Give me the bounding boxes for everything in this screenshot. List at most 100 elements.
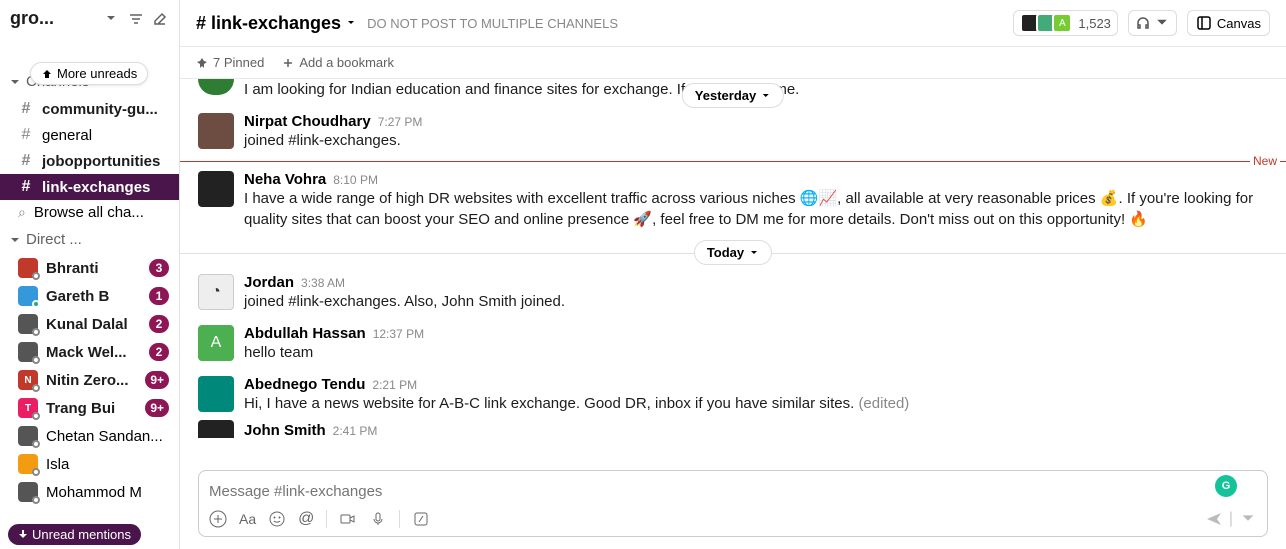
message-text: joined #link-exchanges. — [244, 130, 1268, 152]
sender-name[interactable]: Neha Vohra — [244, 171, 326, 188]
sender-name[interactable]: Jordan — [244, 274, 294, 291]
avatar: N — [18, 370, 38, 390]
message-text: I have a wide range of high DR websites … — [244, 188, 1268, 232]
avatar[interactable] — [198, 113, 234, 149]
timestamp[interactable]: 2:21 PM — [372, 378, 417, 392]
channel-item[interactable]: # link-exchanges — [0, 174, 179, 200]
member-avatars: A — [1020, 13, 1072, 33]
timestamp[interactable]: 12:37 PM — [373, 327, 424, 341]
message-item[interactable]: Nirpat Choudhary 7:27 PM joined #link-exc… — [180, 107, 1286, 158]
dm-item[interactable]: Mohammod M — [0, 478, 179, 506]
dm-item[interactable]: NNitin Zero...9+ — [0, 366, 179, 394]
pinned-text: 7 Pinned — [213, 55, 264, 70]
message-text: hello team — [244, 342, 1268, 364]
dm-item[interactable]: TTrang Bui9+ — [0, 394, 179, 422]
avatar[interactable] — [198, 420, 234, 438]
pinned-button[interactable]: 7 Pinned — [196, 55, 264, 70]
mention-icon[interactable]: @ — [298, 510, 314, 528]
composer-toolbar: Aa @ | — [209, 510, 1257, 528]
message-text: joined #link-exchanges. Also, John Smith… — [244, 291, 1268, 313]
plus-icon[interactable] — [209, 510, 227, 528]
more-unreads-text: More unreads — [57, 66, 137, 81]
sender-name[interactable]: Abdullah Hassan — [244, 325, 366, 342]
sender-name[interactable]: John Smith — [244, 422, 326, 438]
dm-section-header[interactable]: Direct ... — [0, 225, 179, 254]
message-composer[interactable]: G Aa @ | — [198, 470, 1268, 537]
unread-mentions-pill[interactable]: Unread mentions — [8, 524, 141, 545]
channel-topic[interactable]: DO NOT POST TO MULTIPLE CHANNELS — [367, 16, 618, 31]
channel-name: # link-exchanges — [196, 13, 341, 34]
avatar[interactable] — [198, 376, 234, 412]
mic-icon[interactable] — [369, 510, 387, 528]
avatar — [18, 342, 38, 362]
format-icon[interactable]: Aa — [239, 511, 256, 527]
compose-icon[interactable] — [151, 10, 169, 28]
dm-item[interactable]: Mack Wel...2 — [0, 338, 179, 366]
emoji-icon[interactable] — [268, 510, 286, 528]
sender-name[interactable]: Nirpat Choudhary — [244, 113, 371, 130]
channel-item[interactable]: # general — [0, 122, 179, 148]
add-bookmark-button[interactable]: Add a bookmark — [282, 55, 394, 70]
workspace-switcher[interactable]: gro... — [0, 0, 179, 37]
timestamp[interactable]: 2:41 PM — [333, 424, 378, 438]
headphones-icon — [1135, 15, 1151, 31]
shortcut-icon[interactable] — [412, 510, 430, 528]
dm-item[interactable]: Isla — [0, 450, 179, 478]
video-icon[interactable] — [339, 510, 357, 528]
message-item[interactable]: A Abdullah Hassan 12:37 PM hello team — [180, 319, 1286, 370]
divider-label: Today — [707, 245, 744, 260]
browse-channels[interactable]: ⌕ Browse all cha... — [0, 200, 179, 225]
timestamp[interactable]: 8:10 PM — [333, 173, 378, 187]
avatar[interactable]: ◔ — [198, 274, 234, 310]
chevron-down-icon[interactable] — [1239, 510, 1257, 528]
message-item[interactable]: Abednego Tendu 2:21 PM Hi, I have a news … — [180, 370, 1286, 421]
more-unreads-pill[interactable]: More unreads — [30, 62, 148, 85]
dm-item[interactable]: Bhranti3 — [0, 254, 179, 282]
unread-badge: 2 — [149, 315, 169, 333]
sender-name[interactable]: Abednego Tendu — [244, 376, 365, 393]
message-text: Hi, I have a news website for A-B-C link… — [244, 393, 1268, 415]
arrow-up-icon — [41, 68, 53, 80]
hash-icon: # — [18, 126, 34, 144]
avatar[interactable] — [198, 171, 234, 207]
date-divider: Today — [180, 240, 1286, 265]
message-list[interactable]: I am looking for Indian education and fi… — [180, 79, 1286, 470]
message-item[interactable]: Neha Vohra 8:10 PM I have a wide range of… — [180, 165, 1286, 238]
sidebar-footer: Unread mentions — [0, 520, 179, 549]
dm-item[interactable]: Gareth B1 — [0, 282, 179, 310]
send-icon[interactable] — [1205, 510, 1223, 528]
new-divider: New — [180, 161, 1286, 162]
date-divider-today[interactable]: Today — [694, 240, 772, 265]
canvas-button[interactable]: Canvas — [1187, 10, 1270, 36]
member-count: 1,523 — [1078, 16, 1111, 31]
message-input[interactable] — [209, 479, 1257, 504]
channel-item[interactable]: #jobopportunities — [0, 148, 179, 174]
dm-item[interactable]: Kunal Dalal2 — [0, 310, 179, 338]
chevron-down-icon — [103, 10, 121, 28]
main-panel: # link-exchanges DO NOT POST TO MULTIPLE… — [180, 0, 1286, 549]
date-divider-yesterday[interactable]: Yesterday — [682, 83, 784, 108]
timestamp[interactable]: 3:38 AM — [301, 276, 345, 290]
avatar[interactable]: A — [198, 325, 234, 361]
channel-name-button[interactable]: # link-exchanges — [196, 13, 357, 34]
member-count-button[interactable]: A 1,523 — [1013, 10, 1118, 36]
message-item[interactable]: John Smith 2:41 PM — [180, 420, 1286, 438]
message-item[interactable]: ◔ Jordan 3:38 AM joined #link-exchanges. … — [180, 268, 1286, 319]
unread-badge: 1 — [149, 287, 169, 305]
dm-item[interactable]: Chetan Sandan... — [0, 422, 179, 450]
filter-icon[interactable] — [127, 10, 145, 28]
dm-name: Bhranti — [46, 260, 141, 277]
channel-name: jobopportunities — [42, 153, 169, 170]
channel-name: link-exchanges — [42, 179, 169, 196]
chevron-down-icon — [345, 17, 357, 29]
hash-icon: # — [18, 178, 34, 196]
channel-header: # link-exchanges DO NOT POST TO MULTIPLE… — [180, 0, 1286, 47]
channel-item[interactable]: #community-gu... — [0, 96, 179, 122]
dm-name: Nitin Zero... — [46, 372, 137, 389]
channel-name: general — [42, 127, 169, 144]
plus-icon — [282, 57, 294, 69]
timestamp[interactable]: 7:27 PM — [378, 115, 423, 129]
huddle-button[interactable] — [1128, 10, 1177, 36]
divider-label: Yesterday — [695, 88, 756, 103]
grammarly-icon[interactable]: G — [1215, 475, 1237, 497]
